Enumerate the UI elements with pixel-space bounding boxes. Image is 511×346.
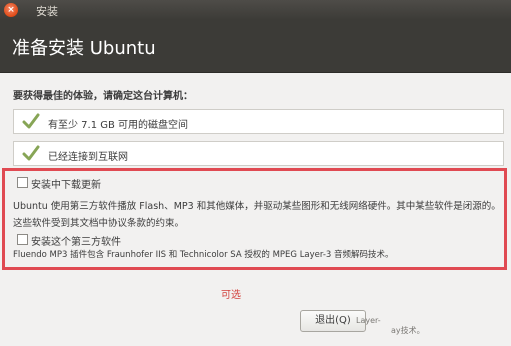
overlay-text-fragment: Layer- [356,316,381,325]
third-party-label: 安装这个第三方软件 [31,237,121,248]
checkmark-icon [22,145,40,161]
requirements-intro: 要获得最佳的体验，请确定这台计算机： [13,91,193,102]
optional-annotation: 可选 [221,290,241,301]
close-icon[interactable]: × [4,3,18,17]
fluendo-note: Fluendo MP3 插件包含 Fraunhofer IIS 和 Techni… [13,250,394,260]
requirement-label: 有至少 7.1 GB 可用的磁盘空间 [48,120,189,131]
checkmark-icon [22,113,40,129]
download-updates-checkbox[interactable] [17,177,28,188]
download-updates-label: 安装中下载更新 [31,180,101,191]
overlay-text-fragment: ay技术。 [391,326,425,335]
page-title: 准备安装 Ubuntu [12,38,156,59]
third-party-checkbox[interactable] [17,234,28,245]
window-titlebar: × 安装 [0,0,511,20]
window-title: 安装 [36,5,58,18]
requirement-disk-space: 有至少 7.1 GB 可用的磁盘空间 [13,109,504,134]
page-header: 准备安装 Ubuntu [0,20,511,73]
requirement-internet: 已经连接到互联网 [13,141,504,166]
third-party-description: Ubuntu 使用第三方软件播放 Flash、MP3 和其他媒体，并驱动某些图形… [13,201,501,229]
requirement-label: 已经连接到互联网 [48,152,128,163]
